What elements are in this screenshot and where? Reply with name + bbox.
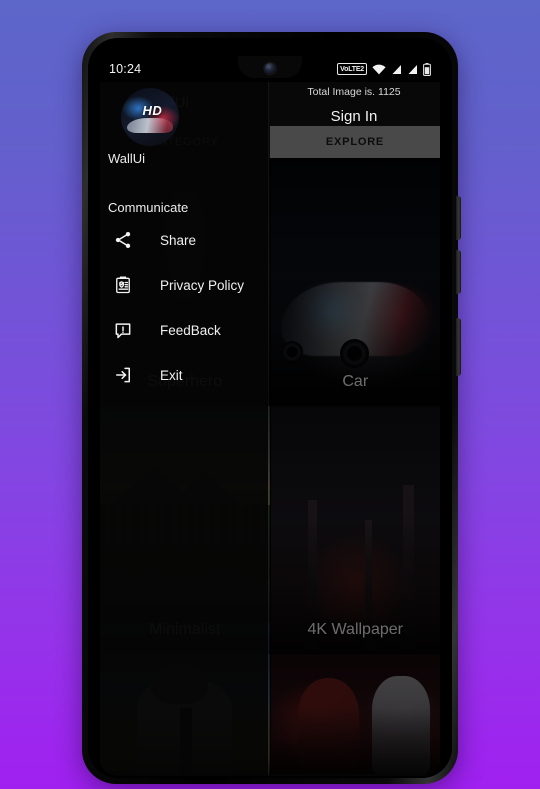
drawer-item-label: Exit xyxy=(160,367,183,383)
sign-in-button[interactable]: Sign In xyxy=(268,108,440,125)
avatar-car-art xyxy=(126,118,174,134)
drawer-item-label: FeedBack xyxy=(160,322,221,338)
volume-down-button[interactable] xyxy=(456,250,461,294)
drawer-item-exit[interactable]: Exit xyxy=(100,355,268,395)
privacy-clipboard-icon xyxy=(110,272,136,298)
screenshot-stage: WallUi CATEGORY EXPLORE Superhero xyxy=(0,0,540,789)
navigation-drawer: HD WallUi Communicate Share Privacy Poli… xyxy=(100,82,268,776)
share-icon xyxy=(110,227,136,253)
drawer-header: HD WallUi xyxy=(100,82,268,174)
drawer-app-name: WallUi xyxy=(108,151,146,166)
drawer-item-share[interactable]: Share xyxy=(100,220,268,260)
front-camera-icon xyxy=(264,63,276,74)
drawer-edge-keyline xyxy=(268,82,269,776)
total-images-label: Total Image is. 1125 xyxy=(307,86,401,98)
display-notch xyxy=(238,56,302,78)
drawer-section-title: Communicate xyxy=(108,200,189,215)
signal-2-icon xyxy=(408,64,417,74)
battery-icon xyxy=(423,62,431,76)
wifi-icon xyxy=(372,64,386,74)
status-bar-icons: VoLTE2 xyxy=(337,62,431,76)
status-bar-clock: 10:24 xyxy=(109,62,142,76)
volume-up-button[interactable] xyxy=(456,196,461,240)
drawer-item-feedback[interactable]: FeedBack xyxy=(100,310,268,350)
feedback-message-icon xyxy=(110,317,136,343)
avatar[interactable]: HD xyxy=(121,88,179,146)
drawer-item-privacy-policy[interactable]: Privacy Policy xyxy=(100,265,268,305)
phone-screen: WallUi CATEGORY EXPLORE Superhero xyxy=(100,56,440,776)
volte-icon: VoLTE2 xyxy=(337,63,367,75)
drawer-item-label: Share xyxy=(160,232,197,248)
drawer-item-label: Privacy Policy xyxy=(160,277,245,293)
signal-1-icon xyxy=(392,64,401,74)
avatar-hd-badge: HD xyxy=(142,103,163,119)
power-button[interactable] xyxy=(456,318,461,376)
exit-logout-icon xyxy=(110,362,136,388)
